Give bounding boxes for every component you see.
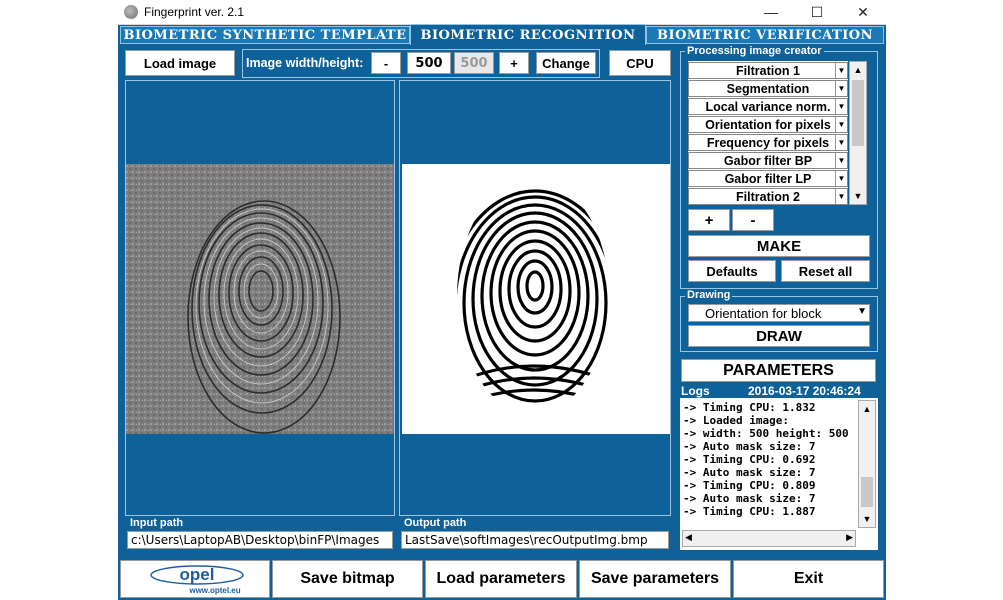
optel-logo-graphic: opel www.optel.eu bbox=[150, 565, 244, 595]
logs-title: Logs bbox=[681, 384, 710, 398]
drawing-mode-select[interactable]: Orientation for block ▼ bbox=[688, 304, 870, 322]
chevron-down-icon[interactable]: ▼ bbox=[835, 153, 847, 168]
filter-item[interactable]: Frequency for pixels ▼ bbox=[688, 134, 848, 151]
tab-biometric-synthetic-template[interactable]: BIOMETRIC SYNTHETIC TEMPLATE bbox=[120, 26, 410, 44]
cpu-button[interactable]: CPU bbox=[609, 50, 671, 76]
app-icon bbox=[124, 5, 138, 19]
log-line: -> Timing CPU: 0.809 bbox=[683, 479, 816, 492]
output-path-field[interactable]: LastSave\softImages\recOutputImg.bmp bbox=[401, 531, 669, 549]
log-line: -> Timing CPU: 1.832 bbox=[683, 401, 816, 414]
processing-title: Processing image creator bbox=[685, 45, 824, 57]
drawing-mode-value: Orientation for block bbox=[705, 305, 822, 321]
input-path-label: Input path bbox=[128, 517, 186, 529]
logs-vertical-scrollbar[interactable]: ▲ ▼ bbox=[858, 400, 876, 528]
width-input[interactable]: 500 bbox=[407, 52, 451, 74]
make-button[interactable]: MAKE bbox=[688, 235, 870, 257]
scroll-left-icon[interactable]: ◀ bbox=[685, 532, 692, 543]
input-path-field[interactable]: c:\Users\LaptopAB\Desktop\binFP\Images bbox=[127, 531, 393, 549]
logo-url: www.optel.eu bbox=[188, 586, 240, 595]
filter-item-label: Filtration 1 bbox=[736, 63, 800, 78]
parameters-button[interactable]: PARAMETERS bbox=[681, 359, 876, 382]
size-decrease-button[interactable]: - bbox=[371, 52, 401, 74]
filter-item-label: Orientation for pixels bbox=[705, 117, 831, 132]
chevron-down-icon[interactable]: ▼ bbox=[835, 135, 847, 150]
filter-item[interactable]: Gabor filter BP ▼ bbox=[688, 152, 848, 169]
filter-item-label: Filtration 2 bbox=[736, 189, 800, 204]
image-size-label: Image width/height: bbox=[246, 56, 364, 70]
scroll-up-icon[interactable]: ▲ bbox=[859, 401, 875, 417]
filter-item-label: Local variance norm. bbox=[705, 99, 831, 114]
chevron-down-icon[interactable]: ▼ bbox=[835, 81, 847, 96]
output-fingerprint-image bbox=[402, 164, 670, 434]
draw-button[interactable]: DRAW bbox=[688, 325, 870, 347]
log-line: -> Auto mask size: 7 bbox=[683, 466, 816, 479]
drawing-title: Drawing bbox=[685, 289, 733, 301]
window-title: Fingerprint ver. 2.1 bbox=[144, 5, 245, 19]
filter-item[interactable]: Segmentation ▼ bbox=[688, 80, 848, 97]
log-line: -> Auto mask size: 7 bbox=[683, 440, 816, 453]
tab-biometric-recognition[interactable]: BIOMETRIC RECOGNITION bbox=[410, 24, 646, 45]
title-bar: Fingerprint ver. 2.1 — ☐ ✕ bbox=[118, 0, 886, 25]
input-image-panel bbox=[125, 80, 395, 516]
load-image-button[interactable]: Load image bbox=[125, 50, 235, 76]
logs-panel: -> Timing CPU: 1.832 -> Loaded image: ->… bbox=[680, 398, 878, 550]
output-image-panel bbox=[399, 80, 671, 516]
scroll-down-icon[interactable]: ▼ bbox=[859, 511, 875, 527]
filter-item[interactable]: Local variance norm. ▼ bbox=[688, 98, 848, 115]
filter-item-label: Gabor filter BP bbox=[723, 153, 813, 168]
close-button[interactable]: ✕ bbox=[840, 0, 886, 24]
defaults-button[interactable]: Defaults bbox=[688, 260, 776, 282]
log-line: -> Loaded image: bbox=[683, 414, 789, 427]
change-size-button[interactable]: Change bbox=[536, 52, 596, 74]
filter-item-label: Gabor filter LP bbox=[724, 171, 812, 186]
chevron-down-icon[interactable]: ▼ bbox=[835, 63, 847, 78]
filter-list-scrollbar[interactable]: ▲ ▼ bbox=[849, 61, 867, 205]
optel-logo: opel www.optel.eu bbox=[120, 560, 270, 598]
chevron-down-icon[interactable]: ▼ bbox=[857, 306, 867, 317]
tab-biometric-verification[interactable]: BIOMETRIC VERIFICATION bbox=[646, 26, 884, 44]
height-input: 500 bbox=[454, 52, 494, 74]
filter-item[interactable]: Filtration 2 ▼ bbox=[688, 188, 848, 205]
save-parameters-button[interactable]: Save parameters bbox=[579, 560, 731, 598]
filter-item[interactable]: Gabor filter LP ▼ bbox=[688, 170, 848, 187]
filter-item-label: Frequency for pixels bbox=[706, 135, 830, 150]
reset-all-button[interactable]: Reset all bbox=[781, 260, 870, 282]
minimize-button[interactable]: — bbox=[748, 0, 794, 24]
scroll-up-icon[interactable]: ▲ bbox=[850, 62, 866, 78]
scroll-down-icon[interactable]: ▼ bbox=[850, 188, 866, 204]
logs-timestamp: 2016-03-17 20:46:24 bbox=[748, 384, 861, 398]
scroll-right-icon[interactable]: ▶ bbox=[846, 532, 853, 543]
load-parameters-button[interactable]: Load parameters bbox=[425, 560, 577, 598]
size-increase-button[interactable]: + bbox=[499, 52, 529, 74]
log-line: -> Timing CPU: 0.692 bbox=[683, 453, 816, 466]
output-path-label: Output path bbox=[402, 517, 469, 529]
maximize-button[interactable]: ☐ bbox=[794, 0, 840, 24]
filter-item[interactable]: Filtration 1 ▼ bbox=[688, 62, 848, 79]
scroll-thumb[interactable] bbox=[852, 80, 864, 146]
scroll-thumb[interactable] bbox=[861, 477, 873, 507]
filter-list: Filtration 1 ▼ Segmentation ▼ Local varian… bbox=[688, 61, 848, 205]
log-line: -> Auto mask size: 7 bbox=[683, 492, 816, 505]
logo-text: opel bbox=[180, 565, 215, 584]
input-fingerprint-image bbox=[126, 164, 394, 434]
chevron-down-icon[interactable]: ▼ bbox=[835, 171, 847, 186]
chevron-down-icon[interactable]: ▼ bbox=[835, 99, 847, 114]
exit-button[interactable]: Exit bbox=[733, 560, 884, 598]
app-window: Fingerprint ver. 2.1 — ☐ ✕ BIOMETRIC SYN… bbox=[118, 0, 886, 600]
chevron-down-icon[interactable]: ▼ bbox=[835, 117, 847, 132]
logs-horizontal-scrollbar[interactable]: ◀ ▶ bbox=[682, 530, 856, 547]
add-filter-button[interactable]: + bbox=[688, 209, 730, 231]
chevron-down-icon[interactable]: ▼ bbox=[835, 189, 847, 204]
filter-item[interactable]: Orientation for pixels ▼ bbox=[688, 116, 848, 133]
remove-filter-button[interactable]: - bbox=[732, 209, 774, 231]
save-bitmap-button[interactable]: Save bitmap bbox=[272, 560, 423, 598]
log-line: -> width: 500 height: 500 bbox=[683, 427, 849, 440]
filter-item-label: Segmentation bbox=[726, 81, 810, 96]
log-line: -> Timing CPU: 1.887 bbox=[683, 505, 816, 518]
